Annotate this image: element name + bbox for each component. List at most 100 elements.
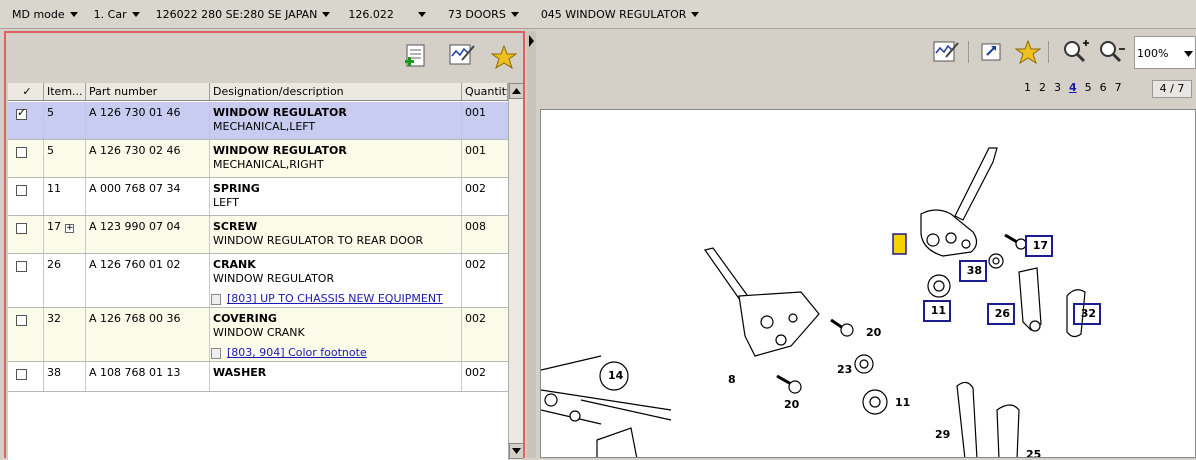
table-row[interactable]: 17 + A 123 990 07 04 SCREW WINDOW REGULATO… [8, 216, 508, 254]
item-number: 32 [44, 308, 86, 361]
page-link[interactable]: 1 [1024, 81, 1031, 94]
document-icon [211, 347, 221, 359]
label-23[interactable]: 23 [837, 363, 852, 376]
quantity: 002 [465, 258, 486, 271]
zoom-in-button[interactable] [1062, 38, 1090, 66]
selected-callout-highlight[interactable] [892, 233, 907, 255]
label-14[interactable]: 14 [608, 369, 623, 382]
parts-grid: ✓ Item... Part number Designation/descri… [8, 83, 523, 460]
parts-toolbar [6, 33, 523, 81]
description: WASHER [210, 362, 462, 391]
zoom-in-icon [1064, 40, 1089, 63]
row-checkbox[interactable] [16, 106, 27, 120]
favorite-button[interactable] [490, 43, 518, 71]
description: SPRING LEFT [210, 178, 462, 215]
page-navigation: 1 2 3 4 5 6 7 [1024, 81, 1122, 94]
row-checkbox[interactable] [16, 315, 27, 326]
header-description[interactable]: Designation/description [210, 83, 462, 100]
parts-drawing [541, 147, 1086, 457]
collapse-arrow-icon[interactable] [527, 33, 536, 53]
scroll-down-button[interactable] [509, 443, 523, 459]
quantity: 001 [465, 144, 486, 157]
expand-icon [981, 43, 1001, 61]
callout-17[interactable]: 17 [1025, 235, 1053, 257]
chevron-down-icon [417, 11, 426, 17]
favorite-drawing-button[interactable] [1014, 38, 1042, 66]
table-row[interactable]: 38 A 108 768 01 13 WASHER 002 [8, 362, 508, 392]
description: WINDOW REGULATOR MECHANICAL,RIGHT [210, 140, 462, 177]
item-number: 5 [44, 140, 86, 177]
expand-icon[interactable]: + [65, 224, 74, 233]
zoom-value: 100% [1137, 47, 1169, 60]
scroll-up-button[interactable] [509, 83, 523, 99]
part-subtitle: LEFT [213, 196, 239, 209]
group-label: 73 DOORS [447, 7, 506, 21]
label-11[interactable]: 11 [895, 396, 910, 409]
label-20[interactable]: 20 [784, 398, 799, 411]
header-check[interactable]: ✓ [8, 83, 44, 100]
group-dropdown[interactable]: 73 DOORS [426, 0, 519, 29]
quantity: 008 [465, 220, 486, 233]
row-checkbox[interactable] [16, 147, 27, 158]
callout-11[interactable]: 11 [923, 300, 951, 322]
part-name: SCREW [213, 220, 258, 233]
table-row[interactable]: 32 A 126 768 00 36 COVERING WINDOW CRANK … [8, 308, 508, 362]
toolbar-divider [1048, 41, 1049, 63]
part-subtitle: MECHANICAL,LEFT [213, 120, 316, 133]
header-part-number[interactable]: Part number [86, 83, 210, 100]
fit-window-button[interactable] [978, 38, 1006, 66]
annotate-button[interactable] [932, 38, 960, 66]
notes-button[interactable] [448, 41, 476, 69]
row-checkbox[interactable] [16, 185, 27, 196]
chevron-down-icon [69, 11, 78, 17]
callout-32[interactable]: 32 [1073, 303, 1101, 325]
table-row[interactable]: 5 A 126 730 02 46 WINDOW REGULATOR MECHAN… [8, 140, 508, 178]
row-checkbox[interactable] [16, 369, 27, 380]
mode-dropdown[interactable]: MD mode [0, 0, 78, 29]
model-label: 126022 280 SE:280 SE JAPAN [155, 7, 318, 21]
arrow-up-icon [512, 88, 521, 94]
label-29[interactable]: 29 [935, 428, 950, 441]
page-link[interactable]: 2 [1039, 81, 1046, 94]
row-checkbox[interactable] [16, 223, 27, 234]
footnote-link[interactable]: [803, 904] Color footnote [211, 346, 458, 360]
class-dropdown[interactable]: 1. Car [78, 0, 140, 29]
type-dropdown[interactable]: 126.022 [330, 0, 426, 29]
page-link[interactable]: 5 [1085, 81, 1092, 94]
chevron-down-icon [691, 11, 700, 17]
zoom-out-button[interactable] [1098, 38, 1126, 66]
header-item[interactable]: Item... [44, 83, 86, 100]
subgroup-dropdown[interactable]: 045 WINDOW REGULATOR [519, 0, 700, 29]
add-to-cart-button[interactable] [402, 43, 430, 71]
page-link[interactable]: 7 [1115, 81, 1122, 94]
panel-splitter[interactable] [527, 31, 536, 458]
row-checkbox[interactable] [16, 261, 27, 272]
footnote-link[interactable]: [803] UP TO CHASSIS NEW EQUIPMENT [211, 292, 458, 306]
vertical-scrollbar[interactable] [508, 83, 523, 460]
part-name: WINDOW REGULATOR [213, 106, 347, 119]
exploded-drawing[interactable]: 17 38 11 26 32 20 14 23 11 8 20 29 25 [540, 109, 1196, 458]
callout-26[interactable]: 26 [987, 303, 1015, 325]
star-icon [1015, 39, 1041, 65]
model-dropdown[interactable]: 126022 280 SE:280 SE JAPAN [140, 0, 331, 29]
table-row[interactable]: 11 A 000 768 07 34 SPRING LEFT 002 [8, 178, 508, 216]
label-25[interactable]: 25 [1026, 448, 1041, 457]
callout-38[interactable]: 38 [959, 260, 987, 282]
part-name: WINDOW REGULATOR [213, 144, 347, 157]
zoom-select[interactable]: 100% [1134, 36, 1196, 69]
part-subtitle: WINDOW REGULATOR TO REAR DOOR [213, 234, 424, 247]
header-quantity[interactable]: Quantity [462, 83, 508, 100]
page-link-current[interactable]: 4 [1069, 81, 1077, 94]
part-name: COVERING [213, 312, 277, 325]
page-link[interactable]: 6 [1100, 81, 1107, 94]
table-row[interactable]: 5 A 126 730 01 46 WINDOW REGULATORMECHAN… [8, 102, 508, 140]
page-indicator: 4 / 7 [1152, 80, 1192, 98]
notes-icon [933, 41, 959, 62]
label-8[interactable]: 8 [728, 373, 736, 386]
class-label: 1. Car [93, 7, 127, 21]
table-row[interactable]: 26 A 126 760 01 02 CRANK WINDOW REGULATOR… [8, 254, 508, 308]
description: WINDOW REGULATOR MECHANICAL,LEFT [210, 102, 462, 139]
grid-rows: 5 A 126 730 01 46 WINDOW REGULATORMECHAN… [8, 102, 508, 392]
label-20[interactable]: 20 [866, 326, 881, 339]
page-link[interactable]: 3 [1054, 81, 1061, 94]
